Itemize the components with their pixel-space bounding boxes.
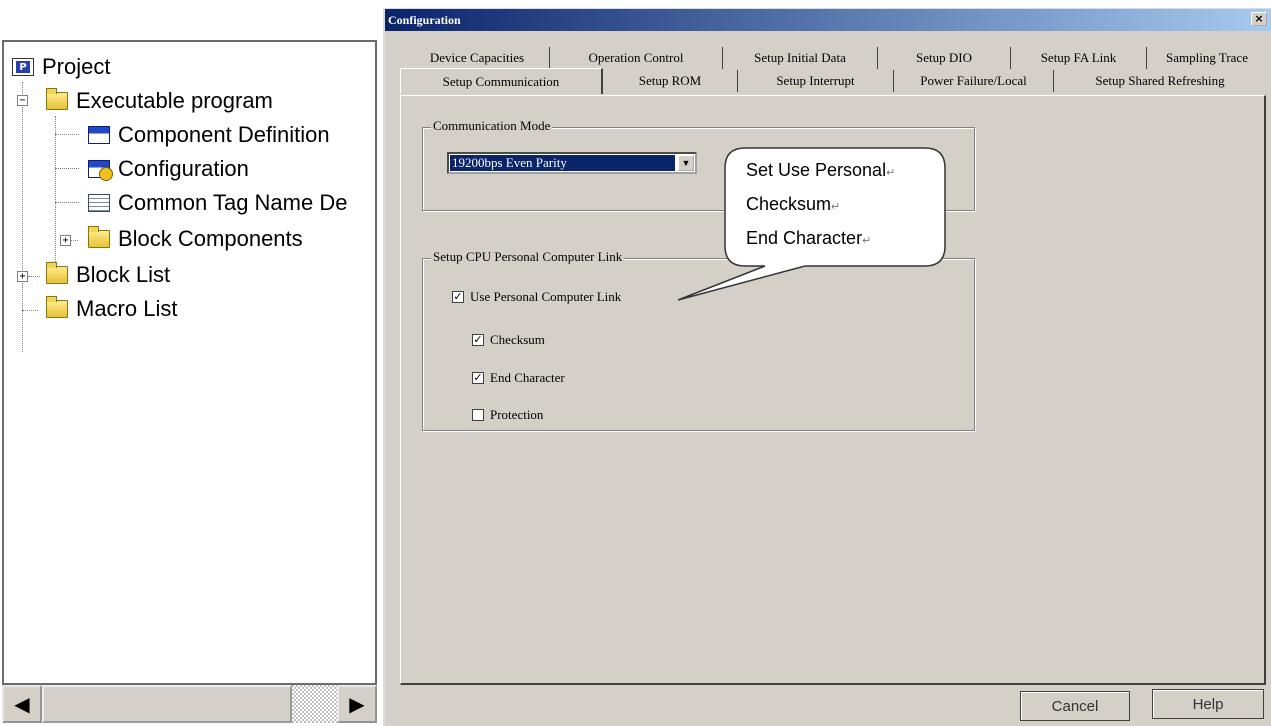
checkbox-label: Use Personal Computer Link: [470, 289, 622, 304]
component-definition-icon: [88, 126, 110, 144]
tab-setup-fa-link[interactable]: Setup FA Link: [1011, 47, 1147, 69]
use-personal-computer-link-checkbox[interactable]: ✓ Use Personal Computer Link: [452, 289, 621, 305]
tab-setup-communication[interactable]: Setup Communication: [400, 68, 603, 94]
tree-item-executable-program[interactable]: Executable program: [46, 86, 273, 116]
scroll-right-button[interactable]: ▶: [337, 685, 377, 723]
collapse-toggle-icon[interactable]: −: [17, 95, 28, 106]
tree-item-label: Block Components: [118, 226, 303, 251]
tree-horizontal-scrollbar[interactable]: ◀ ▶: [2, 683, 377, 723]
callout-line-2: Checksum↵: [746, 194, 841, 214]
tree-item-component-definition[interactable]: Component Definition: [88, 120, 330, 150]
tab-setup-interrupt[interactable]: Setup Interrupt: [738, 70, 894, 92]
project-tree[interactable]: P Project − Executable program Component…: [2, 40, 377, 723]
tree-item-label: Configuration: [118, 156, 249, 181]
configuration-icon: [88, 160, 113, 181]
return-mark-icon: ↵: [886, 167, 896, 179]
tree-item-macro-list[interactable]: Macro List: [46, 294, 177, 324]
help-button[interactable]: Help: [1152, 689, 1264, 719]
return-mark-icon: ↵: [862, 235, 872, 247]
chevron-down-icon[interactable]: ▼: [678, 155, 694, 171]
tree-connector: [55, 168, 79, 169]
project-icon: P: [12, 58, 34, 76]
tree-item-label: Project: [42, 54, 111, 79]
tab-setup-rom[interactable]: Setup ROM: [603, 70, 738, 92]
callout-line-3: End Character↵: [746, 228, 872, 248]
close-icon: ×: [1254, 12, 1264, 25]
tree-item-project[interactable]: P Project: [12, 52, 110, 82]
tree-item-label: Executable program: [76, 88, 273, 113]
return-mark-icon: ↵: [831, 201, 841, 213]
tab-sampling-trace[interactable]: Sampling Trace: [1147, 47, 1267, 69]
tab-setup-shared-refreshing[interactable]: Setup Shared Refreshing: [1054, 70, 1266, 92]
scroll-track[interactable]: [42, 685, 337, 723]
cancel-button[interactable]: Cancel: [1020, 691, 1130, 721]
configuration-dialog: Configuration × Device Capacities Operat…: [383, 8, 1271, 726]
arrow-left-icon: ◀: [14, 693, 30, 716]
checkbox-label: End Character: [490, 370, 565, 385]
arrow-right-icon: ▶: [349, 693, 365, 716]
checkbox-checked-icon[interactable]: ✓: [472, 334, 484, 346]
group-title: Communication Mode: [431, 118, 553, 134]
tab-setup-initial-data[interactable]: Setup Initial Data: [723, 47, 878, 69]
checkbox-label: Protection: [490, 407, 544, 422]
communication-mode-value: 19200bps Even Parity: [449, 154, 676, 172]
tree-connector: [55, 202, 79, 203]
tree-connector: [28, 276, 40, 277]
dialog-title: Configuration: [388, 12, 461, 27]
communication-mode-select[interactable]: 19200bps Even Parity ▼: [447, 152, 697, 174]
tab-device-capacities[interactable]: Device Capacities: [405, 47, 550, 69]
tree-item-block-list[interactable]: Block List: [46, 260, 170, 290]
tree-item-label: Block List: [76, 262, 171, 287]
end-character-checkbox[interactable]: ✓ End Character: [472, 370, 565, 386]
close-button[interactable]: ×: [1251, 12, 1267, 26]
expand-toggle-icon[interactable]: +: [17, 271, 28, 282]
tree-item-configuration[interactable]: Configuration: [88, 154, 249, 184]
checkbox-checked-icon[interactable]: ✓: [452, 291, 464, 303]
dialog-title-bar[interactable]: Configuration ×: [385, 9, 1271, 31]
tree-connector: [55, 134, 79, 135]
group-title: Setup CPU Personal Computer Link: [431, 249, 625, 265]
scroll-thumb[interactable]: [42, 685, 292, 723]
tree-item-label: Macro List: [76, 296, 178, 321]
protection-checkbox[interactable]: Protection: [472, 407, 543, 423]
tree-connector: [22, 310, 38, 311]
scroll-left-button[interactable]: ◀: [2, 685, 42, 723]
tree-item-common-tag-name[interactable]: Common Tag Name De: [88, 188, 347, 218]
tree-connector: [55, 116, 56, 280]
tree-item-label: Common Tag Name De: [118, 190, 348, 215]
folder-icon: [46, 262, 68, 284]
checkbox-unchecked-icon[interactable]: [472, 409, 484, 421]
tree-item-label: Component Definition: [118, 122, 330, 147]
tag-table-icon: [88, 194, 110, 212]
expand-toggle-icon[interactable]: +: [60, 235, 71, 246]
tab-operation-control[interactable]: Operation Control: [550, 47, 723, 69]
callout-line-1: Set Use Personal↵: [746, 160, 896, 180]
checkbox-checked-icon[interactable]: ✓: [472, 372, 484, 384]
folder-icon: [46, 88, 68, 110]
checkbox-label: Checksum: [490, 332, 545, 347]
tree-connector: [22, 82, 23, 352]
tab-power-failure-local[interactable]: Power Failure/Local: [894, 70, 1054, 92]
tree-item-block-components[interactable]: Block Components: [88, 224, 303, 254]
tab-setup-dio[interactable]: Setup DIO: [878, 47, 1011, 69]
folder-icon: [46, 296, 68, 318]
folder-icon: [88, 226, 110, 248]
checksum-checkbox[interactable]: ✓ Checksum: [472, 332, 545, 348]
